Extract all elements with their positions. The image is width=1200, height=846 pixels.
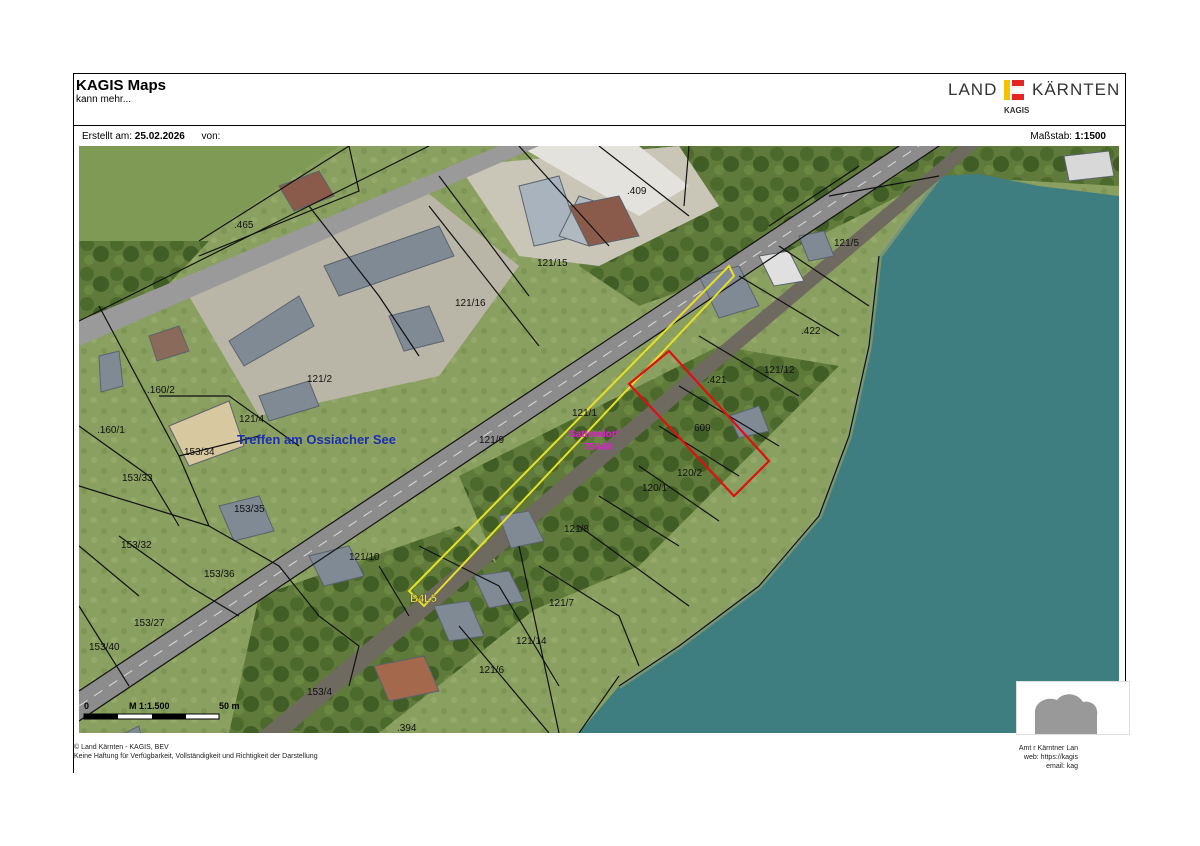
kg-number-label: 75444	[584, 442, 612, 453]
scale-end: 50 m	[219, 701, 240, 711]
logo-text-left: LAND	[948, 80, 998, 99]
town-label: Treffen am Ossiacher See	[237, 432, 396, 447]
parcel-label: 609	[694, 423, 711, 434]
parcel-label: 153/27	[134, 618, 165, 629]
parcel-label: 153/33	[122, 473, 153, 484]
info-row: Erstellt am: 25.02.2026 von: Maßstab: 1:…	[73, 125, 1126, 148]
parcel-label: 121/9	[479, 435, 504, 446]
creation-info: Erstellt am: 25.02.2026 von:	[82, 131, 220, 142]
sheet-border-left	[73, 73, 74, 773]
parcel-label: 153/32	[121, 540, 152, 551]
aerial-map[interactable]: .465 121/15 .409 121/16 121/5 .422 .160/2 121/2…	[79, 146, 1119, 733]
logo-mark-icon	[1004, 80, 1024, 100]
parcel-label: 121/8	[564, 524, 589, 535]
sheet-border-right	[1125, 73, 1126, 683]
parcel-label: 120/1	[642, 483, 667, 494]
footer-disclaimer: Keine Haftung für Verfügbarkeit, Vollstä…	[74, 753, 318, 760]
parcel-label: 153/40	[89, 642, 120, 653]
created-date: 25.02.2026	[134, 131, 185, 142]
footer-contact: Amt r Kärntner Lan web: https://kagis em…	[998, 744, 1078, 771]
road-label: B4L5	[410, 593, 437, 605]
logo-text-right: KÄRNTEN	[1032, 80, 1121, 99]
overlay-corner	[1016, 681, 1130, 735]
parcel-label: .394	[397, 723, 417, 733]
footer-contact-2: web: https://kagis	[1023, 754, 1078, 761]
scale-label: Maßstab:	[1030, 131, 1073, 142]
logo-sub: KAGIS	[1004, 106, 1030, 115]
sheet-border-top	[73, 73, 1126, 74]
parcel-label: 121/14	[516, 636, 547, 647]
parcel-label: .160/2	[147, 385, 175, 396]
by-label: von:	[201, 131, 221, 142]
footer-contact-1: Amt r Kärntner Lan	[1018, 745, 1078, 752]
parcel-label: 153/35	[234, 504, 265, 515]
parcel-label: .160/1	[97, 425, 125, 436]
kg-name-label: Sattendorf	[569, 429, 620, 440]
parcel-label: .465	[234, 220, 254, 231]
scale-zero: 0	[84, 701, 89, 711]
parcel-label: 121/16	[455, 298, 486, 309]
app-title: KAGIS Maps	[76, 77, 167, 94]
map-view[interactable]: .465 121/15 .409 121/16 121/5 .422 .160/2 121/2…	[79, 146, 1119, 733]
parcel-label: 121/2	[307, 374, 332, 385]
scale-ratio: M 1:1.500	[129, 701, 170, 711]
parcel-label: 121/12	[764, 365, 795, 376]
parcel-label: 121/5	[834, 238, 859, 249]
cloud-icon	[1035, 694, 1098, 734]
parcel-label: .422	[801, 326, 821, 337]
scale-value: 1:1500	[1074, 131, 1106, 142]
parcel-label: 153/4	[307, 687, 332, 698]
parcel-label: 121/10	[349, 552, 380, 563]
created-label: Erstellt am:	[82, 131, 133, 142]
parcel-label: 121/7	[549, 598, 574, 609]
parcel-label: .421	[707, 375, 727, 386]
parcel-label: 153/36	[204, 569, 235, 580]
parcel-label: 121/6	[479, 665, 504, 676]
parcel-label: 120/2	[677, 468, 702, 479]
scale-info: Maßstab: 1:1500	[1030, 131, 1106, 142]
parcel-label: 121/15	[537, 258, 568, 269]
footer-copyright: © Land Kärnten - KAGIS, BEV	[74, 744, 169, 751]
parcel-label: 153/34	[184, 447, 215, 458]
footer-contact-3: email: kag	[1046, 763, 1078, 770]
parcel-label: 121/1	[572, 408, 597, 419]
parcel-label: .409	[627, 186, 647, 197]
land-kaernten-logo: LAND KÄRNTEN KAGIS	[948, 78, 1121, 118]
app-subtitle: kann mehr...	[76, 94, 132, 105]
parcel-label: 121/4	[239, 414, 264, 425]
